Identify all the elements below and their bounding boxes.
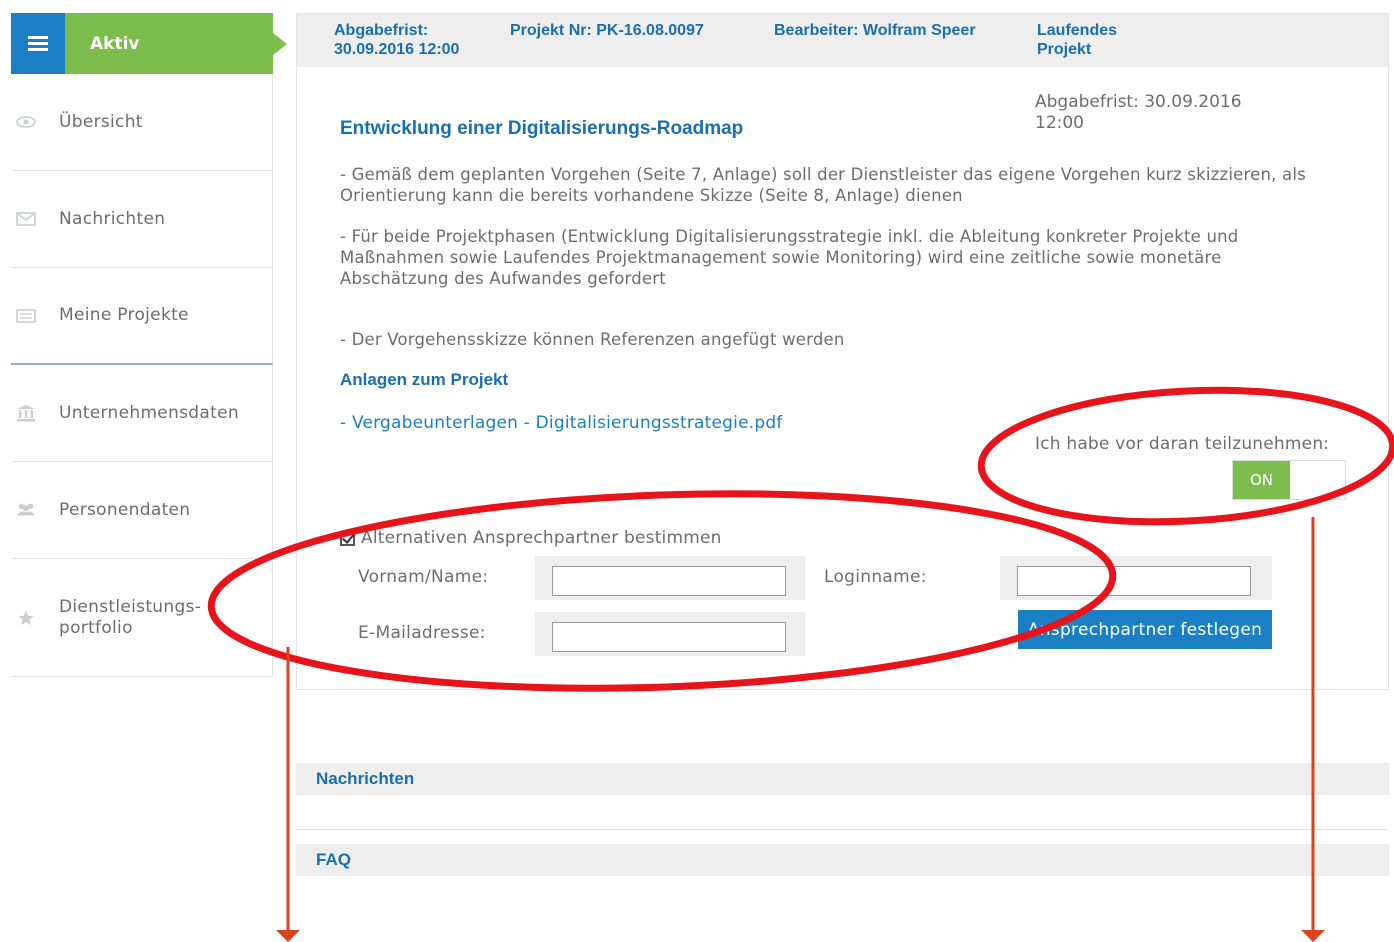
sidebar-item-uebersicht[interactable]: Übersicht (11, 74, 273, 171)
project-title: Entwicklung einer Digitalisierungs-Roadm… (340, 118, 744, 139)
annotation-arrow-right-head (1301, 930, 1325, 942)
project-header-bar: Abgabefrist: 30.09.2016 12:00 Projekt Nr… (297, 14, 1388, 67)
alt-contact-checkbox[interactable] (340, 530, 355, 546)
sidebar-item-label: Meine Projekte (59, 305, 189, 325)
login-input[interactable] (1017, 566, 1251, 596)
sidebar-header: Aktiv (11, 13, 287, 74)
name-label: Vornam/Name: (358, 567, 489, 587)
star-icon (16, 609, 36, 627)
sidebar-item-label: Übersicht (59, 111, 143, 132)
header-editor: Bearbeiter: Wolfram Speer (774, 22, 976, 39)
menu-toggle-button[interactable] (11, 13, 65, 74)
sidebar-item-nachrichten[interactable]: Nachrichten (11, 171, 273, 268)
section-messages[interactable]: Nachrichten (296, 763, 1389, 795)
sidebar-item-label: Nachrichten (59, 208, 166, 229)
alt-contact-checkbox-row: Alternativen Ansprechpartner bestimmen (340, 528, 722, 548)
description-paragraph-3: - Der Vorgehensskizze können Referenzen … (340, 330, 845, 349)
description-paragraph-1: - Gemäß dem geplanten Vorgehen (Seite 7,… (340, 165, 1306, 205)
attachments-heading: Anlagen zum Projekt (340, 370, 509, 389)
section-faq-label: FAQ (316, 850, 351, 869)
project-detail-panel: Abgabefrist: 30.09.2016 12:00 Projekt Nr… (296, 13, 1389, 690)
header-project-nr: Projekt Nr: PK-16.08.0097 (510, 22, 704, 39)
users-icon (16, 501, 36, 519)
description-paragraph-2: - Für beide Projektphasen (Entwicklung D… (340, 227, 1239, 288)
envelope-icon (16, 210, 36, 228)
sidebar-item-label: Dienstleistungs-portfolio (59, 596, 202, 638)
project-deadline: Abgabefrist: 30.09.2016 12:00 (1035, 92, 1242, 133)
sidebar-item-label: Aktiv (90, 33, 140, 54)
sidebar-item-meine-projekte[interactable]: Meine Projekte (11, 268, 273, 365)
alt-contact-checkbox-label: Alternativen Ansprechpartner bestimmen (361, 528, 722, 548)
sidebar: Aktiv Übersicht Nachrichten Meine Projek… (11, 13, 287, 677)
email-label: E-Mailadresse: (358, 623, 486, 643)
hamburger-icon (28, 33, 48, 54)
active-pointer-arrow (273, 33, 287, 55)
set-contact-button[interactable]: Ansprechpartner festlegen (1018, 610, 1272, 649)
sidebar-item-label: Personendaten (59, 499, 191, 520)
header-status: Laufendes Projekt (1037, 22, 1118, 58)
section-faq[interactable]: FAQ (296, 844, 1389, 876)
participate-label: Ich habe vor daran teilzunehmen: (1035, 434, 1330, 454)
login-label: Loginname: (824, 567, 927, 587)
section-messages-label: Nachrichten (316, 769, 415, 788)
email-field-wrap (535, 612, 805, 656)
sidebar-item-unternehmensdaten[interactable]: Unternehmensdaten (11, 365, 273, 462)
toggle-on-state: ON (1233, 461, 1290, 499)
sidebar-item-aktiv[interactable]: Aktiv (65, 13, 273, 74)
annotation-arrow-left-head (276, 930, 300, 942)
name-field-wrap (535, 556, 805, 600)
email-input[interactable] (552, 622, 786, 652)
sidebar-item-dienstleistungsportfolio[interactable]: Dienstleistungs-portfolio (11, 559, 273, 677)
section-divider (296, 829, 1389, 830)
sidebar-item-personendaten[interactable]: Personendaten (11, 462, 273, 559)
sidebar-item-label: Unternehmensdaten (59, 402, 239, 423)
header-deadline: Abgabefrist: 30.09.2016 12:00 (334, 22, 460, 58)
bank-icon (16, 404, 36, 422)
list-icon (16, 307, 36, 325)
eye-icon (16, 113, 36, 131)
attachment-link[interactable]: - Vergabeunterlagen - Digitalisierungsst… (340, 413, 783, 433)
login-field-wrap (1000, 556, 1272, 600)
name-input[interactable] (552, 566, 786, 596)
participate-toggle[interactable]: ON (1232, 460, 1346, 500)
